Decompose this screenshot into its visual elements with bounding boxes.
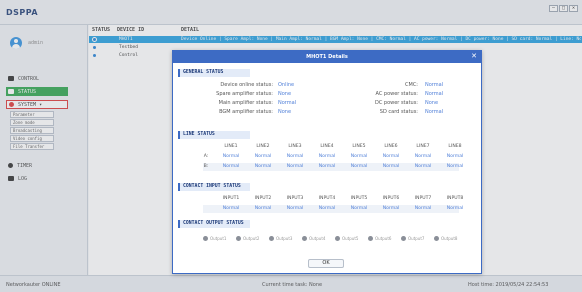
line-column-header: LINE3 (288, 144, 302, 149)
output-label: Output2 (243, 236, 260, 241)
input-status-value: Normal (382, 206, 400, 211)
value-main-amp: Normal (278, 100, 297, 106)
line-column-header: LINE8 (448, 144, 462, 149)
input-column-header: INPUT1 (222, 196, 240, 201)
line-status-value: Normal (382, 164, 400, 169)
label-sd-card: SD card status: (379, 109, 418, 115)
label-dc-power: DC power status: (374, 100, 418, 106)
output-indicator-icon (269, 236, 274, 241)
label-bgm-amp: BGM amplifier status: (219, 109, 273, 115)
input-column-header: INPUT6 (382, 196, 400, 201)
line-status-value: Normal (254, 164, 272, 169)
contact-output-item: Output5 (335, 236, 358, 241)
line-column-header: LINE6 (384, 144, 398, 149)
output-label: Output3 (276, 236, 293, 241)
output-indicator-icon (203, 236, 208, 241)
dialog-title: MHOT1 Details (173, 51, 481, 63)
input-column-header: INPUT7 (414, 196, 432, 201)
contact-output-item: Output1 (203, 236, 226, 241)
contact-output-item: Output3 (269, 236, 292, 241)
output-indicator-icon (335, 236, 340, 241)
line-status-value: Normal (382, 154, 400, 159)
line-status-value: Normal (446, 164, 464, 169)
contact-output-item: Output6 (368, 236, 391, 241)
output-label: Output6 (375, 236, 392, 241)
output-label: Output8 (441, 236, 458, 241)
input-status-value: Normal (446, 206, 464, 211)
contact-output-item: Output8 (434, 236, 457, 241)
line-status-value: Normal (414, 154, 432, 159)
label-device-online: Device online status: (220, 82, 273, 88)
value-bgm-amp: None (278, 109, 292, 115)
line-status-value: Normal (222, 154, 240, 159)
input-status-value: Normal (350, 206, 368, 211)
input-column-header: INPUT4 (318, 196, 336, 201)
line-row-label: A: (203, 154, 209, 159)
ok-button[interactable]: OK (308, 259, 344, 268)
input-status-value: Normal (286, 206, 304, 211)
line-column-header: LINE4 (320, 144, 334, 149)
value-ac-power: Normal (425, 91, 444, 97)
value-device-online: Online (278, 82, 295, 88)
line-status-value: Normal (318, 164, 336, 169)
input-status-value: Normal (414, 206, 432, 211)
output-indicator-icon (401, 236, 406, 241)
line-status-value: Normal (350, 154, 368, 159)
output-label: Output1 (210, 236, 227, 241)
output-indicator-icon (236, 236, 241, 241)
input-status-value: Normal (222, 206, 240, 211)
line-status-value: Normal (318, 154, 336, 159)
input-column-header: INPUT5 (350, 196, 368, 201)
line-column-header: LINE1 (224, 144, 238, 149)
contact-output-item: Output7 (401, 236, 424, 241)
input-status-value: Normal (318, 206, 336, 211)
section-contact-input: CONTACT INPUT STATUS (178, 183, 250, 191)
line-column-header: LINE5 (352, 144, 366, 149)
line-status-value: Normal (222, 164, 240, 169)
line-status-value: Normal (446, 154, 464, 159)
input-status-value: Normal (254, 206, 272, 211)
line-row-label: B: (203, 164, 209, 169)
line-status-value: Normal (286, 164, 304, 169)
line-status-value: Normal (254, 154, 272, 159)
value-dc-power: None (425, 100, 439, 106)
label-ac-power: AC power status: (375, 91, 418, 97)
section-general-status: GENERAL STATUS (178, 69, 250, 77)
input-column-header: INPUT2 (254, 196, 272, 201)
line-column-header: LINE2 (256, 144, 270, 149)
line-status-value: Normal (350, 164, 368, 169)
output-label: Output7 (408, 236, 425, 241)
output-indicator-icon (368, 236, 373, 241)
label-main-amp: Main amplifier status: (218, 100, 273, 106)
value-sd-card: Normal (425, 109, 444, 115)
line-status-value: Normal (414, 164, 432, 169)
contact-output-item: Output4 (302, 236, 325, 241)
output-label: Output5 (342, 236, 359, 241)
input-column-header: INPUT8 (446, 196, 464, 201)
label-cmc: CMC: (405, 82, 418, 88)
label-spare-amp: Spare amplifier status: (216, 91, 273, 97)
section-contact-output: CONTACT OUTPUT STATUS (178, 220, 250, 228)
section-line-status: LINE STATUS (178, 131, 250, 139)
value-cmc: Normal (425, 82, 444, 88)
input-column-header: INPUT3 (286, 196, 304, 201)
device-details-dialog: MHOT1 Details ✕ GENERAL STATUS Device on… (172, 50, 482, 274)
contact-output-item: Output2 (236, 236, 259, 241)
value-spare-amp: None (278, 91, 292, 97)
close-icon[interactable]: ✕ (471, 53, 477, 60)
line-column-header: LINE7 (416, 144, 430, 149)
output-indicator-icon (434, 236, 439, 241)
line-status-value: Normal (286, 154, 304, 159)
output-label: Output4 (309, 236, 326, 241)
output-indicator-icon (302, 236, 307, 241)
